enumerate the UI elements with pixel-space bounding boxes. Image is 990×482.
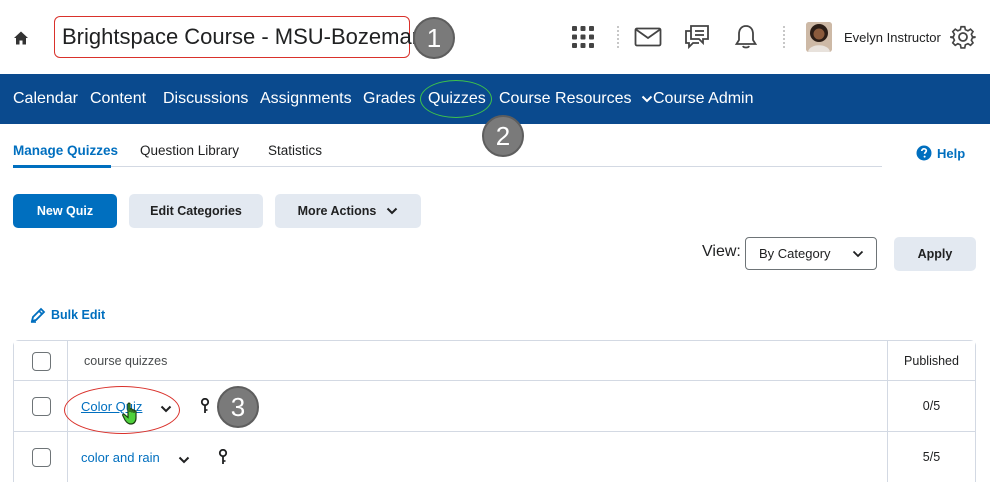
tab-question-library[interactable]: Question Library xyxy=(140,143,239,158)
nav-content[interactable]: Content xyxy=(90,90,146,108)
gear-icon[interactable] xyxy=(948,22,978,52)
row-check-cell xyxy=(14,381,68,431)
nav-calendar[interactable]: Calendar xyxy=(13,90,78,108)
view-select-value: By Category xyxy=(759,246,831,261)
hand-cursor-icon xyxy=(122,402,137,425)
table-header-published: Published xyxy=(887,341,975,380)
chevron-down-icon xyxy=(387,207,398,215)
view-label: View: xyxy=(702,243,741,260)
apps-grid-icon[interactable] xyxy=(568,22,598,52)
published-count: 5/5 xyxy=(887,432,975,482)
bulk-edit-link[interactable]: Bulk Edit xyxy=(30,307,105,323)
help-icon xyxy=(916,145,932,161)
select-all-cell xyxy=(14,341,68,380)
header-separator xyxy=(617,26,619,48)
row-checkbox[interactable] xyxy=(32,448,51,467)
active-tab-indicator xyxy=(13,165,111,168)
table-header-row: course quizzes Published xyxy=(14,341,975,381)
nav-course-admin[interactable]: Course Admin xyxy=(653,90,754,108)
chevron-down-icon xyxy=(852,250,864,258)
nav-discussions[interactable]: Discussions xyxy=(163,90,248,108)
quizzes-highlight xyxy=(420,80,492,118)
published-count: 0/5 xyxy=(887,381,975,431)
nav-grades[interactable]: Grades xyxy=(363,90,415,108)
header-separator xyxy=(783,26,785,48)
help-label: Help xyxy=(937,145,966,161)
chat-icon[interactable] xyxy=(682,22,712,52)
avatar[interactable] xyxy=(806,22,832,52)
chevron-down-icon xyxy=(641,95,653,103)
edit-categories-button[interactable]: Edit Categories xyxy=(129,194,263,228)
key-icon xyxy=(200,398,210,413)
row-checkbox[interactable] xyxy=(32,397,51,416)
tab-statistics[interactable]: Statistics xyxy=(268,143,322,158)
tab-manage-quizzes[interactable]: Manage Quizzes xyxy=(13,143,118,158)
table-header-name: course quizzes xyxy=(84,354,168,368)
more-actions-label: More Actions xyxy=(297,204,377,218)
tabs-divider xyxy=(13,166,882,167)
select-all-checkbox[interactable] xyxy=(32,352,51,371)
course-title[interactable]: Brightspace Course - MSU-Bozeman xyxy=(62,24,424,50)
pencil-icon xyxy=(30,307,46,323)
callout-2: 2 xyxy=(482,115,524,157)
callout-1: 1 xyxy=(413,17,455,59)
nav-course-resources-label: Course Resources xyxy=(499,90,632,107)
home-icon[interactable] xyxy=(13,30,29,46)
help-link[interactable]: Help xyxy=(916,145,965,161)
apply-button[interactable]: Apply xyxy=(894,237,976,271)
chevron-down-icon[interactable] xyxy=(178,456,190,464)
callout-3: 3 xyxy=(217,386,259,428)
bulk-edit-label: Bulk Edit xyxy=(51,308,106,322)
more-actions-button[interactable]: More Actions xyxy=(275,194,421,228)
mail-icon[interactable] xyxy=(633,22,663,52)
nav-assignments[interactable]: Assignments xyxy=(260,90,352,108)
quiz-link[interactable]: color and rain xyxy=(81,450,160,465)
key-icon xyxy=(218,449,228,464)
bell-icon[interactable] xyxy=(731,22,761,52)
new-quiz-button[interactable]: New Quiz xyxy=(13,194,117,228)
user-name[interactable]: Evelyn Instructor xyxy=(844,30,941,45)
view-select[interactable]: By Category xyxy=(745,237,877,270)
table-row: color and rain 5/5 xyxy=(14,432,975,482)
nav-course-resources[interactable]: Course Resources xyxy=(499,90,653,108)
row-check-cell xyxy=(14,432,68,482)
